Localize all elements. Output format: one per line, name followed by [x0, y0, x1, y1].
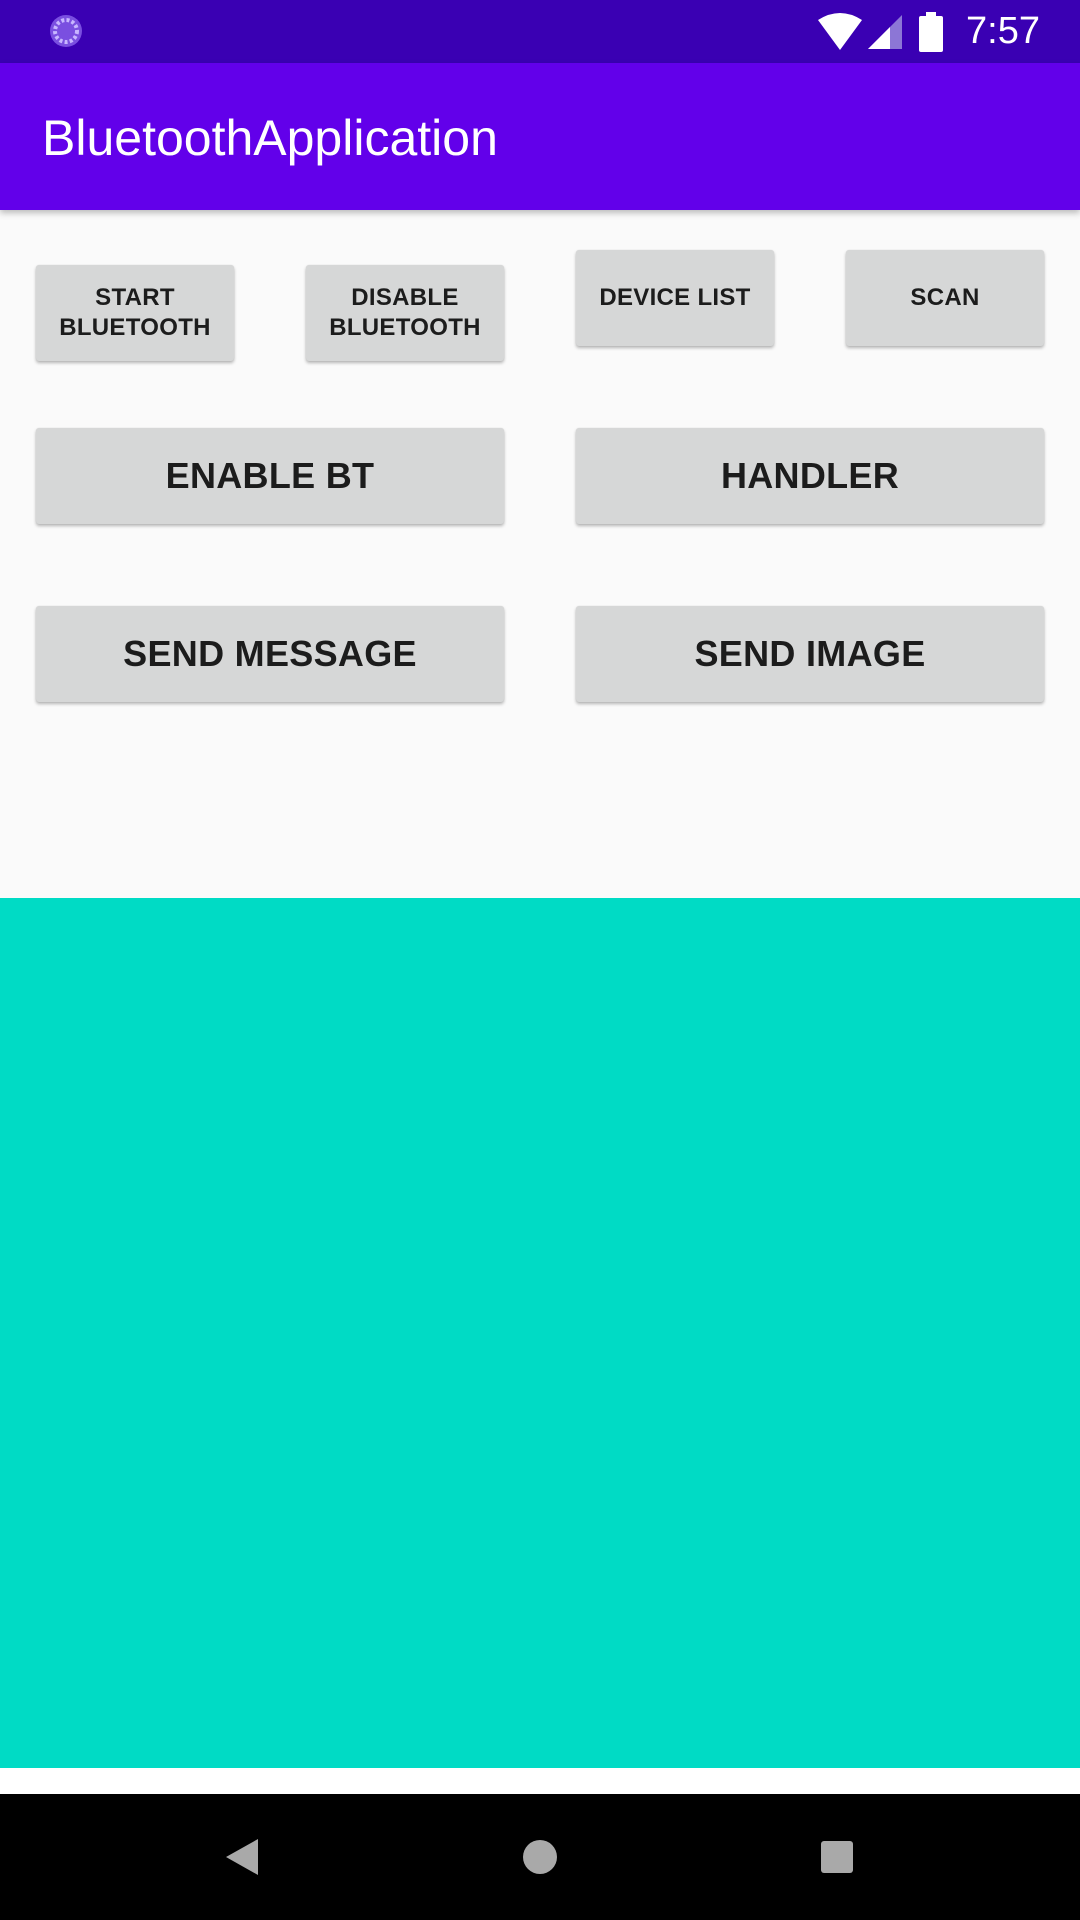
start-bluetooth-button[interactable]: START BLUETOOTH — [36, 265, 234, 361]
app-bar: BluetoothApplication — [0, 63, 1080, 210]
disable-bluetooth-button[interactable]: DISABLE BLUETOOTH — [306, 265, 504, 361]
back-button[interactable] — [182, 1794, 302, 1920]
send-image-label: SEND IMAGE — [694, 633, 926, 674]
disable-bluetooth-label: DISABLE BLUETOOTH — [329, 284, 481, 341]
home-button[interactable] — [480, 1794, 600, 1920]
bottom-divider — [0, 1768, 1080, 1794]
send-image-button[interactable]: SEND IMAGE — [576, 606, 1044, 702]
send-message-label: SEND MESSAGE — [123, 633, 417, 674]
wifi-icon — [818, 12, 863, 50]
content-panel — [0, 898, 1080, 1768]
start-bluetooth-label: START BLUETOOTH — [59, 284, 211, 341]
recents-button[interactable] — [777, 1794, 897, 1920]
scan-button[interactable]: SCAN — [846, 250, 1044, 346]
device-list-button[interactable]: DEVICE LIST — [576, 250, 774, 346]
status-icons: 7:57 — [816, 0, 1040, 63]
status-time: 7:57 — [966, 10, 1040, 52]
page-title: BluetoothApplication — [42, 110, 498, 166]
back-icon — [226, 1839, 258, 1875]
handler-button[interactable]: HANDLER — [576, 428, 1044, 524]
device-list-label: DEVICE LIST — [599, 284, 751, 311]
home-icon — [523, 1840, 557, 1874]
handler-label: HANDLER — [720, 455, 900, 496]
signal-icon — [868, 14, 903, 49]
navigation-bar — [0, 1794, 1080, 1920]
battery-icon — [919, 11, 944, 52]
loading-icon — [50, 15, 82, 47]
status-bar: 7:57 — [0, 0, 1080, 63]
recents-icon — [821, 1841, 853, 1873]
send-message-button[interactable]: SEND MESSAGE — [36, 606, 504, 702]
scan-label: SCAN — [910, 284, 980, 311]
enable-bt-button[interactable]: ENABLE BT — [36, 428, 504, 524]
enable-bt-label: ENABLE BT — [165, 455, 375, 496]
